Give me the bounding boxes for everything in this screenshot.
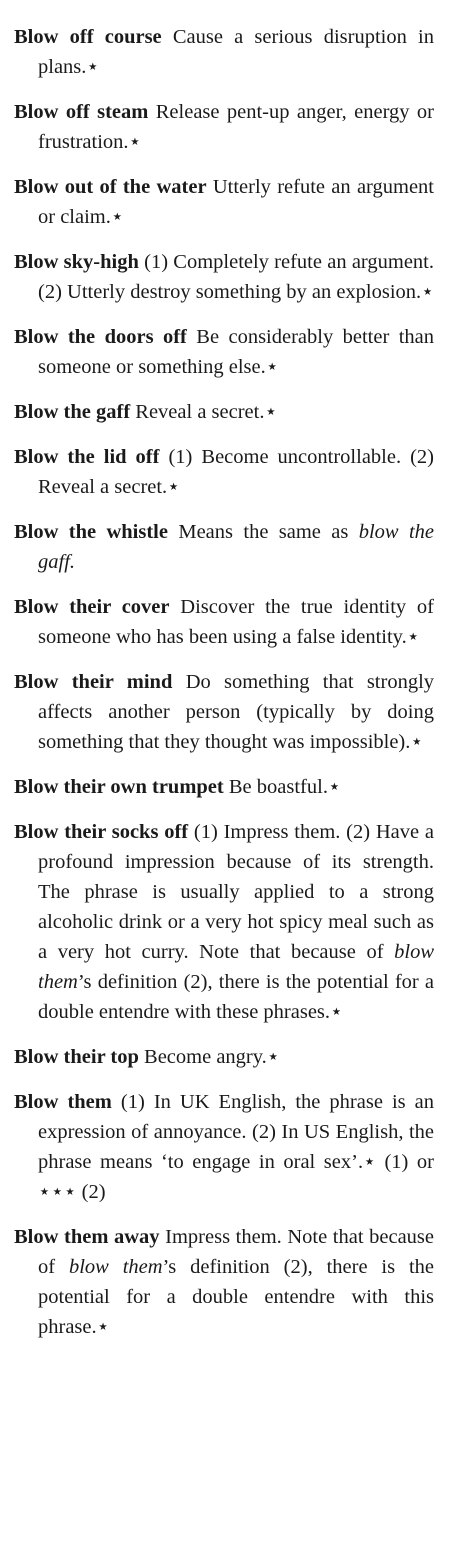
entry-headword: Blow them (14, 1091, 112, 1113)
entry-definition: Become angry.⋆ (144, 1046, 280, 1068)
entry-headword: Blow their mind (14, 671, 173, 693)
entry-blow-out-of-the-water: Blow out of the water Utterly refute an … (14, 172, 434, 232)
entry-blow-them-away: Blow them away Impress them. Note that b… (14, 1222, 434, 1342)
entry-headword: Blow their own trumpet (14, 776, 224, 798)
entry-blow-the-whistle: Blow the whistle Means the same as blow … (14, 517, 434, 577)
entry-blow-their-cover: Blow their cover Discover the true ident… (14, 592, 434, 652)
entry-definition: Reveal a secret.⋆ (135, 401, 278, 423)
entry-headword: Blow the lid off (14, 446, 160, 468)
entry-blow-their-mind: Blow their mind Do something that strong… (14, 667, 434, 757)
entry-blow-off-steam: Blow off steam Release pent-up anger, en… (14, 97, 434, 157)
entry-blow-off-course: Blow off course Cause a serious disrupti… (14, 22, 434, 82)
entry-headword: Blow the gaff (14, 401, 131, 423)
entry-blow-their-socks-off: Blow their socks off (1) Impress them. (… (14, 817, 434, 1027)
entry-blow-them: Blow them (1) In UK English, the phrase … (14, 1087, 434, 1207)
entry-blow-the-gaff: Blow the gaff Reveal a secret.⋆ (14, 397, 434, 427)
entry-definition: Means the same as (178, 521, 349, 543)
entry-definition: Be boastful.⋆ (228, 776, 341, 798)
entry-headword: Blow sky-high (14, 251, 139, 273)
entry-blow-their-own-trumpet: Blow their own trumpet Be boastful.⋆ (14, 772, 434, 802)
entry-headword: Blow their top (14, 1046, 139, 1068)
entry-headword: Blow the doors off (14, 326, 187, 348)
entry-headword: Blow out of the water (14, 176, 207, 198)
entry-blow-the-lid-off: Blow the lid off (1) Become uncontrollab… (14, 442, 434, 502)
entry-blow-their-top: Blow their top Become angry.⋆ (14, 1042, 434, 1072)
entry-headword: Blow their cover (14, 596, 170, 618)
cross-reference: blow them (68, 1256, 163, 1278)
entry-headword: Blow them away (14, 1226, 160, 1248)
entry-blow-sky-high: Blow sky-high (1) Completely refute an a… (14, 247, 434, 307)
dictionary-page: Blow off course Cause a serious disrupti… (0, 0, 450, 1552)
entry-definition-continued: ’s definition (2), there is the potentia… (38, 971, 434, 1023)
entry-headword: Blow off course (14, 26, 162, 48)
entry-headword: Blow off steam (14, 101, 149, 123)
entry-headword: Blow the whistle (14, 521, 168, 543)
entry-headword: Blow their socks off (14, 821, 189, 843)
entry-blow-the-doors-off: Blow the doors off Be considerably bette… (14, 322, 434, 382)
